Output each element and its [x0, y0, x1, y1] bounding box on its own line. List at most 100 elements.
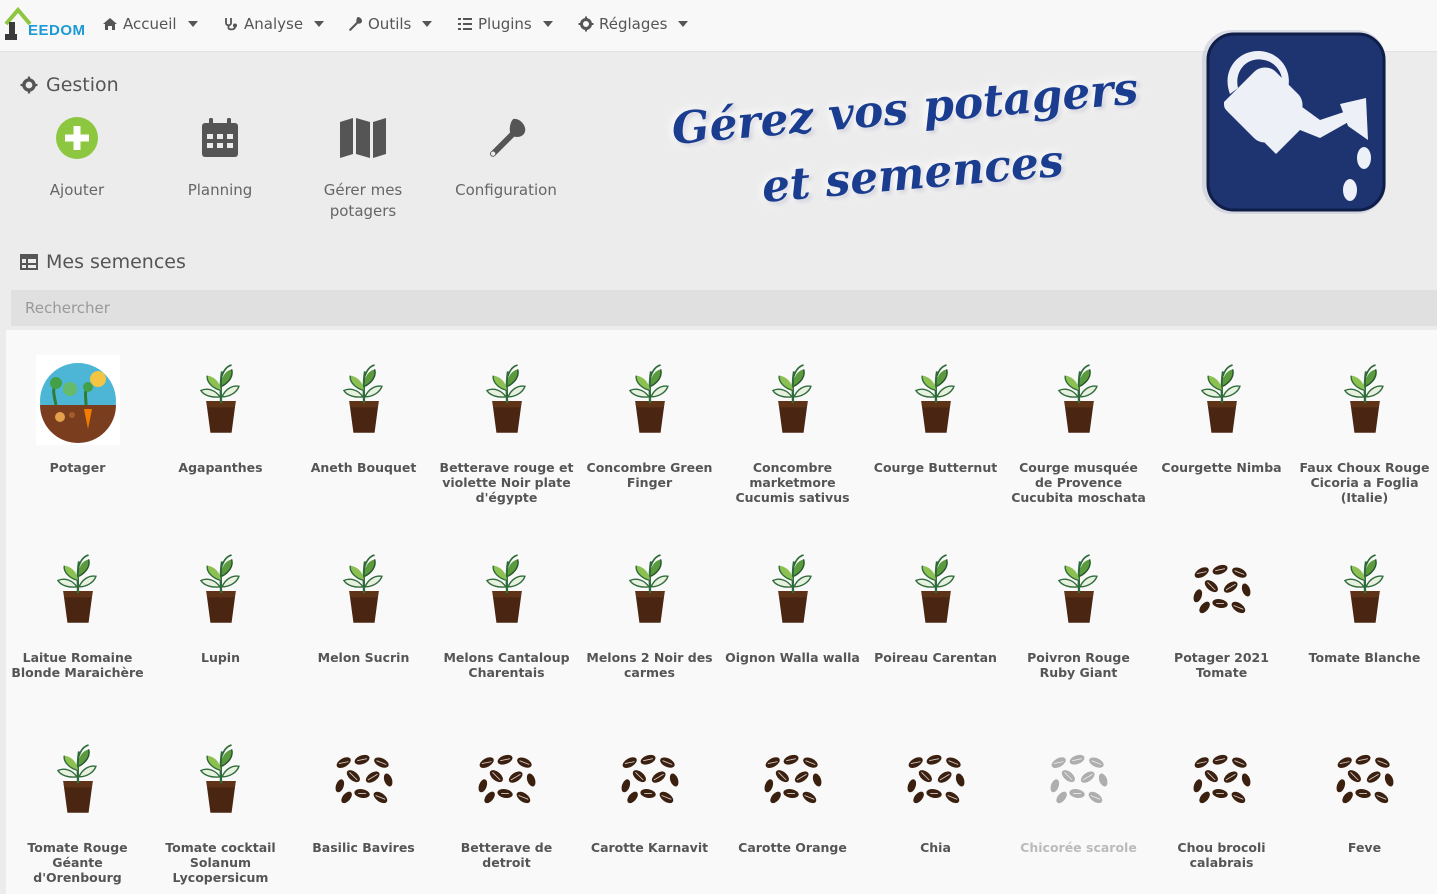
seed-label: Courge Butternut — [873, 460, 998, 475]
seed-card[interactable]: Concombre marketmore Cucumis sativus — [721, 350, 864, 505]
seed-card[interactable]: Aneth Bouquet — [292, 350, 435, 475]
plant-pot-icon — [760, 553, 826, 627]
plant-pot-icon — [1332, 553, 1398, 627]
seed-card[interactable]: Courge musquée de Provence Cucubita mosc… — [1007, 350, 1150, 505]
manage-gardens-label: Gérer mes potagers — [323, 181, 403, 220]
seed-card[interactable]: Lupin — [149, 540, 292, 665]
configuration-label: Configuration — [455, 181, 557, 199]
seed-card[interactable]: Chou brocoli calabrais — [1150, 730, 1293, 870]
nav-reglages-label: Réglages — [599, 15, 668, 33]
wrench-icon — [349, 17, 362, 31]
seed-label: Concombre Green Finger — [586, 460, 713, 490]
chevron-down-icon — [187, 21, 198, 27]
seed-card[interactable]: Courge Butternut — [864, 350, 1007, 475]
seed-card[interactable]: Tomate Blanche — [1293, 540, 1436, 665]
seed-card[interactable]: Feve — [1293, 730, 1436, 855]
seed-card[interactable]: Carotte Orange — [721, 730, 864, 855]
seed-card[interactable]: Potager — [6, 350, 149, 475]
plant-pot-icon — [617, 553, 683, 627]
seed-label: Courge musquée de Provence Cucubita mosc… — [1011, 460, 1146, 505]
add-button[interactable]: Ajouter — [12, 108, 142, 201]
plant-pot-icon — [617, 363, 683, 437]
seed-label: Faux Choux Rouge Cicoria a Foglia (Itali… — [1299, 460, 1430, 505]
seed-label: Courgette Nimba — [1161, 460, 1282, 475]
seed-card[interactable]: Poireau Carentan — [864, 540, 1007, 665]
nav-accueil[interactable]: Accueil — [102, 15, 198, 33]
seed-card[interactable]: Betterave de detroit — [435, 730, 578, 870]
search-input[interactable] — [11, 290, 1437, 326]
seed-card[interactable]: Tomate cocktail Solanum Lycopersicum — [149, 730, 292, 885]
seed-card[interactable]: Agapanthes — [149, 350, 292, 475]
seed-card[interactable]: Faux Choux Rouge Cicoria a Foglia (Itali… — [1293, 350, 1436, 505]
garden-icon — [36, 354, 120, 446]
nav-reglages[interactable]: Réglages — [578, 15, 689, 33]
plant-pot-icon — [1189, 363, 1255, 437]
seed-card[interactable]: Courgette Nimba — [1150, 350, 1293, 475]
gestion-heading: Gestion — [20, 74, 119, 96]
seed-label: Carotte Orange — [738, 840, 847, 855]
seed-card[interactable]: Concombre Green Finger — [578, 350, 721, 490]
seed-card[interactable]: Chia — [864, 730, 1007, 855]
seed-label: Melons Cantaloup Charentais — [443, 650, 570, 680]
seed-card[interactable]: Melons Cantaloup Charentais — [435, 540, 578, 680]
seed-label: Betterave rouge et violette Noir plate d… — [439, 460, 574, 505]
manage-gardens-button[interactable]: Gérer mes potagers — [298, 108, 428, 222]
plant-pot-icon — [188, 553, 254, 627]
plant-pot-icon — [188, 743, 254, 817]
seed-label: Feve — [1347, 840, 1382, 855]
seed-label: Carotte Karnavit — [590, 840, 709, 855]
nav-analyse[interactable]: Analyse — [223, 15, 325, 33]
seed-card[interactable]: Melon Sucrin — [292, 540, 435, 665]
nav-plugins-label: Plugins — [478, 15, 532, 33]
chevron-down-icon — [678, 21, 689, 27]
chevron-down-icon — [542, 21, 553, 27]
wrench-icon — [489, 118, 526, 157]
seed-card[interactable]: Potager 2021 Tomate — [1150, 540, 1293, 680]
seed-label: Tomate Rouge Géante d'Orenbourg — [27, 840, 128, 885]
seed-label: Chou brocoli calabrais — [1177, 840, 1266, 870]
nav-outils-label: Outils — [368, 15, 412, 33]
configuration-button[interactable]: Configuration — [441, 108, 571, 201]
plant-pot-icon — [474, 363, 540, 437]
seed-card[interactable]: Chicorée scarole — [1007, 730, 1150, 855]
plant-pot-icon — [1046, 363, 1112, 437]
seed-card[interactable]: Tomate Rouge Géante d'Orenbourg — [6, 730, 149, 885]
nav-plugins[interactable]: Plugins — [457, 15, 553, 33]
plant-pot-icon — [1046, 553, 1112, 627]
seeds-icon — [473, 751, 541, 809]
calendar-icon — [202, 118, 238, 157]
nav-outils[interactable]: Outils — [347, 15, 433, 33]
plant-pot-icon — [331, 363, 397, 437]
seed-label: Betterave de detroit — [460, 840, 553, 870]
seed-card[interactable]: Carotte Karnavit — [578, 730, 721, 855]
plant-pot-icon — [45, 553, 111, 627]
logo-text: EEDOM — [28, 22, 86, 39]
seed-card[interactable]: Poivron Rouge Ruby Giant — [1007, 540, 1150, 680]
seed-label: Agapanthes — [178, 460, 263, 475]
planning-label: Planning — [187, 181, 253, 199]
seed-card[interactable]: Betterave rouge et violette Noir plate d… — [435, 350, 578, 505]
seed-label: Potager 2021 Tomate — [1174, 650, 1269, 680]
stethoscope-icon — [225, 18, 237, 31]
seed-label: Melons 2 Noir des carmes — [586, 650, 713, 680]
jeedom-logo[interactable]: EEDOM — [4, 6, 85, 42]
nav-accueil-label: Accueil — [123, 15, 177, 33]
home-icon — [103, 18, 117, 30]
seed-label: Aneth Bouquet — [310, 460, 417, 475]
seed-label: Tomate Blanche — [1308, 650, 1421, 665]
nav-analyse-label: Analyse — [244, 15, 304, 33]
seed-card[interactable]: Oignon Walla walla — [721, 540, 864, 665]
planning-button[interactable]: Planning — [155, 108, 285, 201]
plant-pot-icon — [903, 553, 969, 627]
seed-label: Concombre marketmore Cucumis sativus — [735, 460, 850, 505]
seed-label: Basilic Bavires — [312, 840, 415, 855]
seeds-icon — [1188, 561, 1256, 619]
plant-pot-icon — [45, 743, 111, 817]
seed-card[interactable]: Melons 2 Noir des carmes — [578, 540, 721, 680]
seed-card[interactable]: Basilic Bavires — [292, 730, 435, 855]
seed-label: Lupin — [201, 650, 240, 665]
seed-card[interactable]: Laitue Romaine Blonde Maraichère — [6, 540, 149, 680]
seeds-icon — [759, 751, 827, 809]
plant-pot-icon — [188, 363, 254, 437]
seeds-icon — [1045, 751, 1113, 809]
